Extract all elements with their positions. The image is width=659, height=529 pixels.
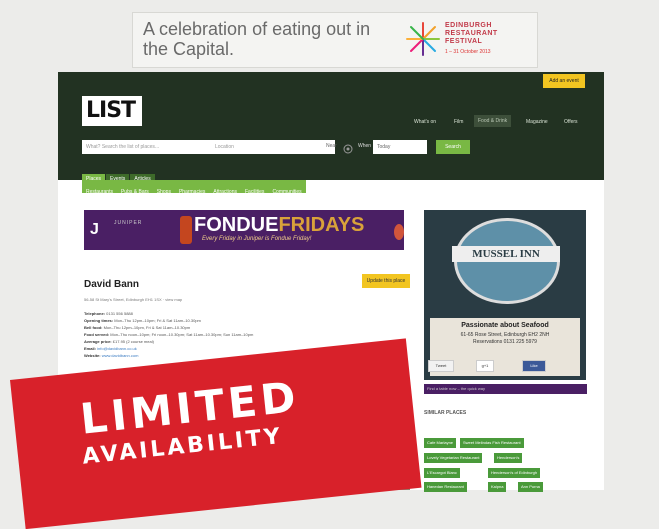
search-what-input[interactable]: What? Search the list of places...	[82, 140, 212, 154]
subtab-pharmacies[interactable]: Pharmacies	[175, 186, 209, 199]
festival-name: EDINBURGH RESTAURANT FESTIVAL	[445, 22, 498, 45]
nav-offers[interactable]: Offers	[564, 119, 578, 125]
logo-text: LIST	[86, 98, 136, 123]
detail-bell: Bell food: Mon–Thu 12pm–10pm, Fri & Sat …	[84, 325, 190, 330]
fondue-title-a: FONDUE	[194, 214, 279, 236]
fondue-food-icon	[394, 224, 404, 240]
similar-chip[interactable]: Lovely Vegetarian Restaurant	[424, 453, 483, 463]
search-button[interactable]: Search	[436, 140, 470, 154]
email-link[interactable]: info@davidbann.co.uk	[97, 346, 137, 351]
mussel-inn-name: MUSSEL INN	[452, 246, 560, 262]
venue-address[interactable]: 56-58 St Mary's Street, Edinburgh EH1 1S…	[84, 297, 182, 302]
update-place-button[interactable]: Update this place	[362, 274, 410, 288]
detail-value: £17.95 (2 course meal)	[112, 339, 154, 344]
similar-chip[interactable]: Cafe Marlayne	[424, 438, 457, 448]
fondue-title-b: FRIDAYS	[278, 214, 365, 236]
similar-chip[interactable]: Henderson's of Edinburgh	[488, 468, 541, 478]
detail-label: Food served:	[84, 332, 110, 337]
festival-logo-icon	[403, 19, 443, 59]
ad-banner-text: A celebration of eating out in the Capit…	[143, 19, 371, 59]
promo-bar[interactable]: Find a table now – the quick way	[424, 384, 587, 394]
similar-chip[interactable]: Sweet Melindas Fish Restaurant	[460, 438, 524, 448]
when-label: When	[358, 143, 372, 149]
nav-magazine[interactable]: Magazine	[526, 119, 548, 125]
ad-banner[interactable]: A celebration of eating out in the Capit…	[132, 12, 538, 68]
similar-chip[interactable]: Ann Purna	[518, 482, 543, 492]
nav-food-drink[interactable]: Food & Drink	[474, 115, 512, 127]
nav-whats-on[interactable]: What's on	[414, 119, 436, 125]
detail-email: Email: info@davidbann.co.uk	[84, 346, 137, 351]
similar-chip[interactable]: Kalpna	[488, 482, 507, 492]
near-label: Near	[326, 143, 337, 149]
subtab-pubs-bars[interactable]: Pubs & Bars	[117, 186, 153, 199]
site-logo[interactable]: LIST	[82, 96, 142, 126]
mussel-address: 61-65 Rose Street, Edinburgh EH2 2NH	[460, 332, 550, 338]
detail-value: Mon–Thu 12pm–10pm, Fri & Sat 11am–10.30p…	[103, 325, 191, 330]
juniper-brand: JUNIPER	[114, 220, 143, 226]
similar-chip[interactable]: Henderson's	[494, 453, 523, 463]
similar-places-title: SIMILAR PLACES	[424, 410, 467, 416]
google-plus-button[interactable]: g+1	[476, 360, 494, 372]
secondary-tabs: Restaurants Pubs & Bars Shops Pharmacies Att…	[82, 180, 306, 195]
subtab-shops[interactable]: Shops	[153, 186, 175, 199]
tweet-button[interactable]: Tweet	[428, 360, 454, 372]
add-event-button[interactable]: Add an event	[543, 74, 585, 88]
facebook-like-button[interactable]: Like	[522, 360, 546, 372]
detail-price: Average price: £17.95 (2 course meal)	[84, 339, 154, 344]
fondue-fridays-ad[interactable]: J JUNIPER FONDUEFRIDAYS Every Friday in …	[84, 210, 404, 250]
subtab-facilities[interactable]: Facilities	[241, 186, 268, 199]
location-pin-icon[interactable]	[343, 141, 353, 154]
subtab-communities[interactable]: Communities	[268, 186, 305, 199]
fondue-subtitle: Every Friday in Juniper is Fondue Friday…	[202, 236, 312, 242]
mussel-slogan: Passionate about Seafood	[461, 322, 549, 329]
when-select[interactable]: Today	[373, 140, 427, 154]
detail-label: Average price:	[84, 339, 112, 344]
detail-website: Website: www.davidbann.com	[84, 353, 138, 358]
detail-label: Opening times:	[84, 318, 114, 323]
detail-label: Email:	[84, 346, 97, 351]
subtab-restaurants[interactable]: Restaurants	[82, 186, 117, 199]
search-location-input[interactable]: Location	[211, 140, 335, 154]
nav-film[interactable]: Film	[454, 119, 463, 125]
detail-label: Website:	[84, 353, 101, 358]
detail-food-served: Food served: Mon–Thu noon–10pm; Fri noon…	[84, 332, 253, 337]
detail-value: Mon–Thu noon–10pm; Fri noon–10.30pm; Sat…	[110, 332, 254, 337]
similar-chip[interactable]: Hanedan Restaurant	[424, 482, 467, 492]
detail-opening: Opening times: Mon–Thu 12pm–10pm; Fri & …	[84, 318, 201, 323]
mussel-inn-ad[interactable]: MUSSEL INN Passionate about Seafood 61-6…	[424, 210, 586, 380]
site-header: Add an event LIST What's on Film Food & …	[58, 72, 604, 185]
detail-label: Bell food:	[84, 325, 103, 330]
detail-value: 0131 556 5888	[106, 311, 133, 316]
detail-label: Telephone:	[84, 311, 106, 316]
festival-dates: 1 – 31 October 2013	[445, 49, 491, 55]
mussel-reservations: Reservations 0131 225 5979	[473, 339, 537, 345]
fondue-title: FONDUEFRIDAYS	[194, 214, 364, 236]
subtab-attractions[interactable]: Attractions	[209, 186, 241, 199]
similar-chip[interactable]: L'Escargot Blanc	[424, 468, 460, 478]
detail-telephone: Telephone: 0131 556 5888	[84, 311, 133, 316]
website-link[interactable]: www.davidbann.com	[102, 353, 139, 358]
venue-title: David Bann	[84, 279, 140, 290]
detail-value: Mon–Thu 12pm–10pm; Fri & Sat 11am–10.30p…	[114, 318, 201, 323]
primary-tabs: Places Events Articles	[82, 167, 156, 185]
fondue-pot-icon	[180, 216, 192, 244]
